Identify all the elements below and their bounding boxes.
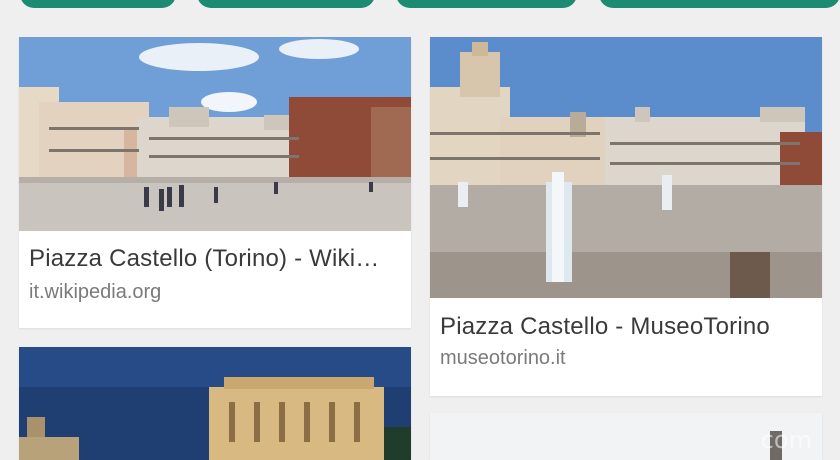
image-result-card-museotorino[interactable]: Piazza Castello - MuseoTorino museotorin… bbox=[430, 37, 822, 396]
filter-chip-1[interactable] bbox=[20, 0, 176, 8]
result-thumbnail[interactable] bbox=[19, 37, 411, 231]
result-thumbnail[interactable] bbox=[19, 347, 411, 460]
image-result-card-3[interactable] bbox=[19, 347, 411, 460]
image-result-card-wikipedia[interactable]: Piazza Castello (Torino) - Wiki… it.wiki… bbox=[19, 37, 411, 328]
result-title[interactable]: Piazza Castello (Torino) - Wiki… bbox=[29, 245, 403, 273]
filter-chip-3[interactable] bbox=[396, 0, 577, 8]
result-source: museotorino.it bbox=[440, 347, 566, 369]
result-source: it.wikipedia.org bbox=[29, 281, 162, 303]
result-title[interactable]: Piazza Castello - MuseoTorino bbox=[440, 313, 814, 341]
image-result-card-4[interactable]: com bbox=[430, 413, 822, 460]
result-thumbnail[interactable] bbox=[430, 37, 822, 298]
filter-chip-4[interactable] bbox=[599, 0, 840, 8]
watermark-text: com bbox=[760, 426, 812, 454]
filter-chip-2[interactable] bbox=[197, 0, 375, 8]
